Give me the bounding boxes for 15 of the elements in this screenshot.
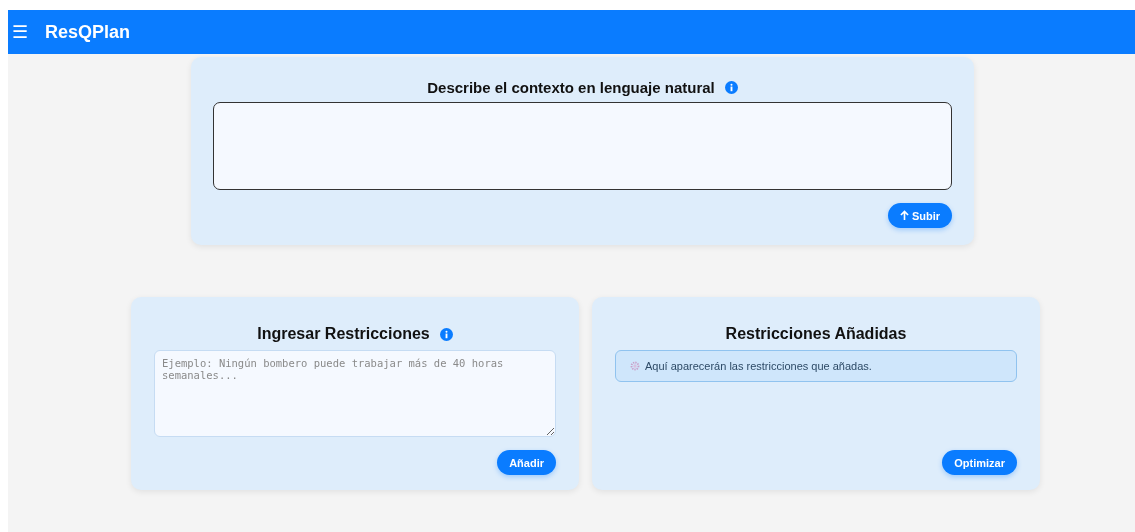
optimize-button[interactable]: Optimizar: [942, 450, 1017, 475]
empty-message: Aquí aparecerán las restricciones que añadas.: [645, 360, 872, 372]
menu-icon[interactable]: ☰: [12, 21, 36, 43]
card-title: Ingresar Restricciones: [257, 325, 430, 343]
add-button[interactable]: Añadir: [497, 450, 556, 475]
upload-button[interactable]: Subir: [887, 203, 952, 228]
arrow-up-icon: [899, 210, 909, 221]
card-title: Describe el contexto en lenguaje natural: [427, 79, 715, 96]
gear-icon: [630, 361, 640, 371]
constraint-field[interactable]: Ejemplo: Ningún bombero puede trabajar más de 40 horas semanales...: [154, 350, 556, 437]
app-title: ResQPlan: [45, 21, 131, 43]
info-icon[interactable]: [439, 327, 453, 341]
info-icon[interactable]: [724, 81, 738, 94]
context-field[interactable]: [213, 102, 952, 190]
card-title: Restricciones Añadidas: [725, 325, 907, 343]
